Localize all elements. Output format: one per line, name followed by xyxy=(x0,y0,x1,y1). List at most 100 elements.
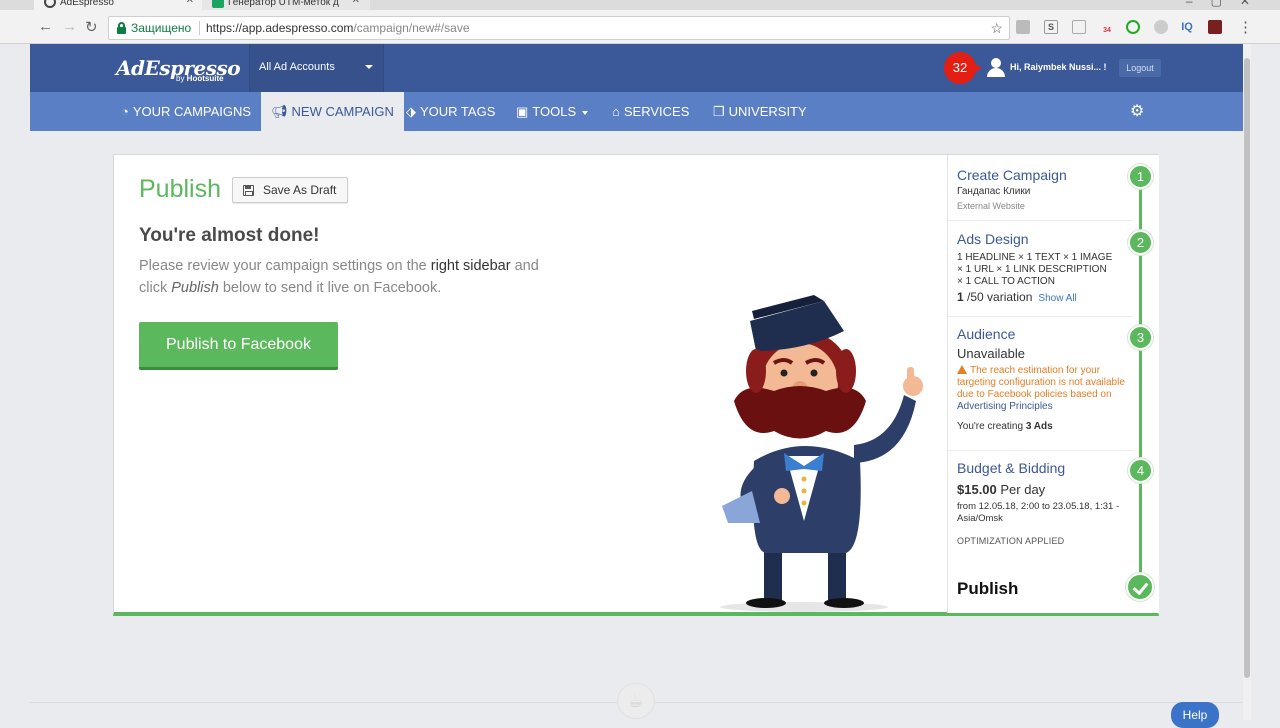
step-title[interactable]: Audience xyxy=(957,326,1134,342)
nav-label: NEW CAMPAIGN xyxy=(291,104,394,119)
book-icon: ❐ xyxy=(713,104,725,119)
nav-label: SERVICES xyxy=(623,104,690,119)
app-header: AdEspresso by Hootsuite All Ad Accounts … xyxy=(30,44,1243,92)
campaign-type: External Website xyxy=(957,201,1025,211)
ads-count-prefix: You're creating xyxy=(957,421,1026,432)
variation-number: 1 xyxy=(957,290,964,304)
optimization-status: OPTIMIZATION APPLIED xyxy=(957,536,1134,546)
step-ads-design[interactable]: Ads Design 1 HEADLINE × 1 TEXT × 1 IMAGE… xyxy=(948,221,1134,317)
publish-card: Publish Save As Draft You're almost done… xyxy=(113,154,1159,616)
url-host: https://app.adespresso.com xyxy=(206,21,354,35)
budget-price: $15.00 xyxy=(957,482,997,497)
ghost-icon[interactable] xyxy=(1154,20,1168,34)
page-gutter xyxy=(0,44,30,720)
green-ext[interactable] xyxy=(1126,20,1140,34)
account-selector-label: All Ad Accounts xyxy=(259,61,335,73)
budget-amount: $15.00 Per day xyxy=(957,482,1134,497)
nav-university[interactable]: ❐ UNIVERSITY xyxy=(703,92,817,131)
show-all-link[interactable]: Show All xyxy=(1038,293,1076,304)
step-title[interactable]: Budget & Bidding xyxy=(957,460,1134,476)
close-tab-icon[interactable]: ✕ xyxy=(186,0,194,6)
ads-design-line: × 1 CALL TO ACTION xyxy=(957,276,1055,287)
step-number-badge: 3 xyxy=(1128,325,1153,350)
url-text[interactable]: https://app.adespresso.com/campaign/new#… xyxy=(206,17,470,39)
nav-label: UNIVERSITY xyxy=(728,104,807,119)
logo-sub-brand: Hootsuite xyxy=(186,74,224,83)
step-title[interactable]: Create Campaign xyxy=(957,167,1134,183)
nav-your-campaigns[interactable]: ◔ YOUR CAMPAIGNS xyxy=(111,92,261,131)
nav-your-tags[interactable]: ⬗ YOUR TAGS xyxy=(396,92,505,131)
audience-status: Unavailable xyxy=(957,346,1025,361)
window-controls[interactable]: –▢✕ xyxy=(1186,0,1268,8)
publish-to-facebook-button[interactable]: Publish to Facebook xyxy=(139,322,338,370)
forward-icon[interactable]: → xyxy=(62,18,77,35)
scrollbar-thumb[interactable] xyxy=(1244,58,1250,678)
ads-design-lines: 1 HEADLINE × 1 TEXT × 1 IMAGE × 1 URL × … xyxy=(957,252,1134,288)
variation-label: /50 variation xyxy=(963,290,1033,304)
back-icon[interactable]: ← xyxy=(38,18,53,35)
ext-1[interactable] xyxy=(1016,20,1030,34)
ads-design-line: 1 HEADLINE × 1 TEXT × 1 IMAGE xyxy=(957,252,1113,263)
step-audience[interactable]: Audience Unavailable The reach estimatio… xyxy=(948,317,1134,451)
nav-label: YOUR TAGS xyxy=(420,104,496,119)
megaphone-icon: 📢︎ xyxy=(271,104,288,119)
hat-icon[interactable] xyxy=(1208,20,1222,34)
tab-strip: AdEspresso ✕ Генератор UTM-меток д ✕ –▢✕ xyxy=(0,0,1280,10)
reload-icon[interactable]: ↻ xyxy=(85,18,98,36)
iq-icon[interactable]: IQ xyxy=(1180,20,1194,34)
tab-label: AdEspresso xyxy=(60,0,114,8)
save-as-draft-button[interactable]: Save As Draft xyxy=(232,177,348,203)
campaign-summary-sidebar: Create Campaign Гандапас Клики External … xyxy=(947,155,1159,613)
step-number-badge: 2 xyxy=(1128,230,1153,255)
almost-done-heading: You're almost done! xyxy=(139,225,320,246)
reach-warning: The reach estimation for your targeting … xyxy=(957,365,1134,413)
chevron-down-icon xyxy=(582,110,589,115)
address-bar[interactable]: Защищено https://app.adespresso.com/camp… xyxy=(108,16,1010,40)
final-step-publish: Publish xyxy=(957,579,1019,598)
schedule-dates: from 12.05.18, 2:00 to 23.05.18, 1:31 - … xyxy=(957,501,1120,524)
chevron-down-icon xyxy=(365,65,373,69)
lock-icon xyxy=(117,22,126,34)
ads-count-value: 3 Ads xyxy=(1025,421,1053,432)
advertising-principles-link[interactable]: Advertising Principles xyxy=(957,401,1053,412)
logout-button[interactable]: Logout xyxy=(1119,59,1161,77)
warning-icon xyxy=(957,365,967,374)
tab-label: Генератор UTM-меток д xyxy=(228,0,339,8)
browser-tab[interactable]: Генератор UTM-меток д ✕ xyxy=(202,0,370,10)
nav-services[interactable]: ⌂ SERVICES xyxy=(602,92,699,131)
save-as-draft-label: Save As Draft xyxy=(263,183,337,197)
warning-text: The reach estimation for your targeting … xyxy=(957,365,1125,400)
review-text: below to send it live on Facebook. xyxy=(218,280,442,296)
step-budget-bidding[interactable]: Budget & Bidding $15.00 Per day from 12.… xyxy=(948,451,1134,561)
step-number-badge: 1 xyxy=(1128,164,1153,189)
review-text: Please review your campaign settings on … xyxy=(139,258,431,274)
secure-label: Защищено xyxy=(131,21,192,35)
nav-new-campaign[interactable]: 📢︎ NEW CAMPAIGN xyxy=(261,92,404,131)
nav-tools[interactable]: ▣ TOOLS xyxy=(506,92,598,131)
ads-design-line: × 1 URL × 1 LINK DESCRIPTION xyxy=(957,264,1107,275)
url-path: /campaign/new#/save xyxy=(353,21,470,35)
check-icon xyxy=(1126,573,1154,601)
shield-icon[interactable] xyxy=(1072,20,1086,34)
user-greeting[interactable]: Hi, Raiymbek Nussi... ! xyxy=(1010,62,1107,72)
review-instructions: Please review your campaign settings on … xyxy=(139,255,559,299)
skype-icon[interactable]: S xyxy=(1044,20,1058,34)
optimization-value: APPLIED xyxy=(1024,536,1065,546)
browser-menu-icon[interactable]: ⋮ xyxy=(1238,18,1253,36)
page-scrollbar[interactable] xyxy=(1243,44,1251,720)
bookmark-star-icon[interactable]: ☆ xyxy=(990,17,1003,39)
main-nav: ◔ YOUR CAMPAIGNS 📢︎ NEW CAMPAIGN ⬗ YOUR TAG… xyxy=(30,92,1243,131)
review-text-emph: right sidebar xyxy=(430,258,511,274)
briefcase-icon: ▣ xyxy=(516,104,529,119)
step-create-campaign[interactable]: Create Campaign Гандапас Клики External … xyxy=(948,155,1134,221)
close-tab-icon[interactable]: ✕ xyxy=(352,0,360,6)
browser-chrome: AdEspresso ✕ Генератор UTM-меток д ✕ –▢✕… xyxy=(0,0,1280,44)
help-button[interactable]: Help xyxy=(1171,702,1219,728)
step-title[interactable]: Ads Design xyxy=(957,231,1134,247)
notifications-badge[interactable]: 32 xyxy=(944,52,982,84)
account-selector[interactable]: All Ad Accounts xyxy=(249,44,384,92)
browser-tab-active[interactable]: AdEspresso ✕ xyxy=(34,0,204,10)
gear-icon[interactable]: ⚙ xyxy=(1130,101,1144,121)
badge-ext[interactable]: 34 xyxy=(1100,20,1114,34)
coffee-cup-icon: ☕︎ xyxy=(617,683,655,719)
